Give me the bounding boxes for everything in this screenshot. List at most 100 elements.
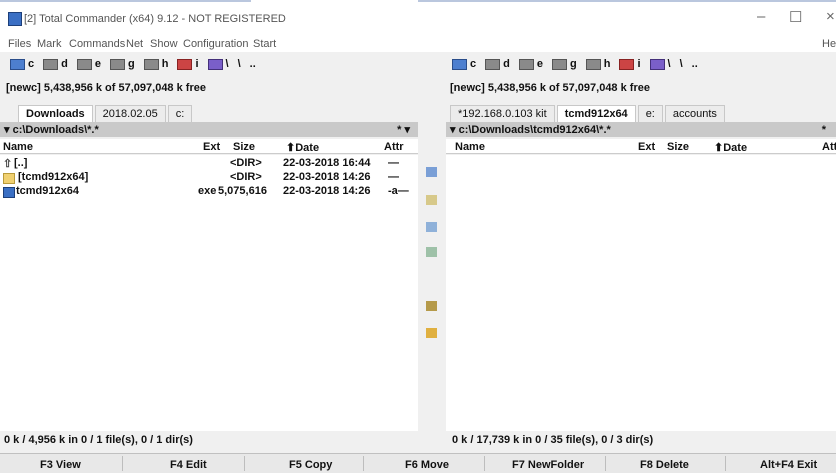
tab-tcmd912x64[interactable]: tcmd912x64 <box>556 105 636 122</box>
col-date[interactable]: ⬆Date <box>286 141 319 154</box>
root-button[interactable]: \ <box>680 58 683 70</box>
folder-icon <box>3 173 15 184</box>
col-name[interactable]: Name <box>455 141 485 153</box>
top-accent-line <box>0 0 836 2</box>
drive-d-button[interactable]: d <box>485 58 510 70</box>
table-row[interactable]: tcmd912x64 exe 5,075,616 22-03-2018 14:2… <box>0 185 418 199</box>
drive-icon <box>43 58 59 70</box>
menu-commands[interactable]: Commands <box>69 38 125 50</box>
move-icon[interactable] <box>426 247 437 257</box>
left-filter[interactable]: * ▾ <box>397 123 410 136</box>
drive-icon <box>585 58 601 70</box>
root-button[interactable]: \ <box>238 58 241 70</box>
col-attr[interactable]: Attr <box>822 141 836 153</box>
drive-c-button[interactable]: c <box>452 58 476 70</box>
app-icon <box>8 12 22 26</box>
drive-icon <box>551 58 567 70</box>
drive-icon <box>518 58 534 70</box>
right-file-list[interactable] <box>446 155 836 431</box>
drive-h-button[interactable]: h <box>143 58 168 70</box>
f8-delete-button[interactable]: F8 Delete <box>640 459 689 471</box>
parent-button[interactable]: .. <box>250 58 256 70</box>
divider <box>363 456 364 471</box>
edit-icon[interactable] <box>426 195 437 205</box>
window-title: [2] Total Commander (x64) 9.12 - NOT REG… <box>24 13 286 25</box>
left-path-bar[interactable]: ▾ c:\Downloads\*.* * ▾ <box>0 122 418 137</box>
left-status: 0 k / 4,956 k in 0 / 1 file(s), 0 / 1 di… <box>4 434 193 446</box>
divider <box>605 456 606 471</box>
exe-icon <box>3 187 15 198</box>
drive-c-button[interactable]: c <box>10 58 34 70</box>
col-ext[interactable]: Ext <box>203 141 220 153</box>
network-icon <box>649 58 665 70</box>
drive-icon <box>485 58 501 70</box>
col-date[interactable]: ⬆Date <box>714 141 747 154</box>
view-icon[interactable] <box>426 167 437 177</box>
parent-button[interactable]: .. <box>692 58 698 70</box>
copy-icon[interactable] <box>426 222 437 232</box>
menu-configuration[interactable]: Configuration <box>183 38 248 50</box>
drive-g-button[interactable]: g <box>551 58 577 70</box>
divider <box>725 456 726 471</box>
drive-g-button[interactable]: g <box>109 58 135 70</box>
drive-icon <box>109 58 125 70</box>
left-file-list[interactable]: ⇧ [..] <DIR> 22-03-2018 16:44 — [tcmd912… <box>0 155 418 431</box>
f7-newfolder-button[interactable]: F7 NewFolder <box>512 459 584 471</box>
network-drive-button[interactable]: \ <box>649 58 671 70</box>
drive-i-button[interactable]: i <box>619 58 641 70</box>
tab-e[interactable]: e: <box>637 105 663 122</box>
alt-f4-exit-button[interactable]: Alt+F4 Exit <box>760 459 817 471</box>
drive-icon <box>76 58 92 70</box>
find-icon[interactable] <box>426 301 437 311</box>
function-key-bar: F3 View F4 Edit F5 Copy F6 Move F7 NewFo… <box>0 453 836 473</box>
menu-help[interactable]: He <box>822 38 836 50</box>
tab-downloads[interactable]: Downloads <box>18 105 93 122</box>
col-size[interactable]: Size <box>233 141 255 153</box>
left-drive-bar: c d e g h i \ \ .. <box>10 53 256 75</box>
minimize-button[interactable]: – <box>757 8 765 25</box>
newfolder-icon[interactable] <box>426 328 437 338</box>
drive-h-button[interactable]: h <box>585 58 610 70</box>
f5-copy-button[interactable]: F5 Copy <box>289 459 332 471</box>
menu-show[interactable]: Show <box>150 38 178 50</box>
drive-icon <box>452 58 467 70</box>
drive-icon <box>143 58 159 70</box>
col-attr[interactable]: Attr <box>384 141 404 153</box>
right-status: 0 k / 17,739 k in 0 / 35 file(s), 0 / 3 … <box>452 434 654 446</box>
f3-view-button[interactable]: F3 View <box>40 459 81 471</box>
menu-start[interactable]: Start <box>253 38 276 50</box>
tab-2018-02-05[interactable]: 2018.02.05 <box>94 105 166 122</box>
divider <box>122 456 123 471</box>
right-path-bar[interactable]: ▾ c:\Downloads\tcmd912x64\*.* * <box>446 122 836 137</box>
close-button[interactable]: × <box>826 8 835 25</box>
table-row[interactable]: ⇧ [..] <DIR> 22-03-2018 16:44 — <box>0 157 418 171</box>
right-tab-row: *192.168.0.103 kit tcmd912x64 e: account… <box>450 104 725 122</box>
right-drive-bar: c d e g h i \ \ .. <box>452 53 698 75</box>
tab-accounts[interactable]: accounts <box>664 105 725 122</box>
drive-e-button[interactable]: e <box>76 58 101 70</box>
menu-mark[interactable]: Mark <box>37 38 61 50</box>
menu-files[interactable]: Files <box>8 38 31 50</box>
col-name[interactable]: Name <box>3 141 33 153</box>
left-path: ▾ c:\Downloads\*.* <box>4 124 99 136</box>
drive-icon <box>10 58 25 70</box>
maximize-button[interactable]: ☐ <box>789 8 802 26</box>
network-drive-button[interactable]: \ <box>207 58 229 70</box>
menu-net[interactable]: Net <box>126 38 143 50</box>
left-free-space: [newc] 5,438,956 k of 57,097,048 k free <box>6 82 206 94</box>
right-filter[interactable]: * <box>822 124 826 136</box>
drive-d-button[interactable]: d <box>43 58 68 70</box>
tab-c[interactable]: c: <box>167 105 193 122</box>
f6-move-button[interactable]: F6 Move <box>405 459 449 471</box>
table-row[interactable]: [tcmd912x64] <DIR> 22-03-2018 14:26 — <box>0 171 418 185</box>
left-column-header: Name Ext Size ⬆Date Attr <box>0 139 418 154</box>
network-icon <box>207 58 223 70</box>
f4-edit-button[interactable]: F4 Edit <box>170 459 207 471</box>
col-ext[interactable]: Ext <box>638 141 655 153</box>
col-size[interactable]: Size <box>667 141 689 153</box>
tab-ftp-connection[interactable]: *192.168.0.103 kit <box>450 105 555 122</box>
right-column-header: Name Ext Size ⬆Date Attr <box>446 139 836 154</box>
drive-i-button[interactable]: i <box>177 58 199 70</box>
drive-e-button[interactable]: e <box>518 58 543 70</box>
right-path: ▾ c:\Downloads\tcmd912x64\*.* <box>450 124 611 136</box>
